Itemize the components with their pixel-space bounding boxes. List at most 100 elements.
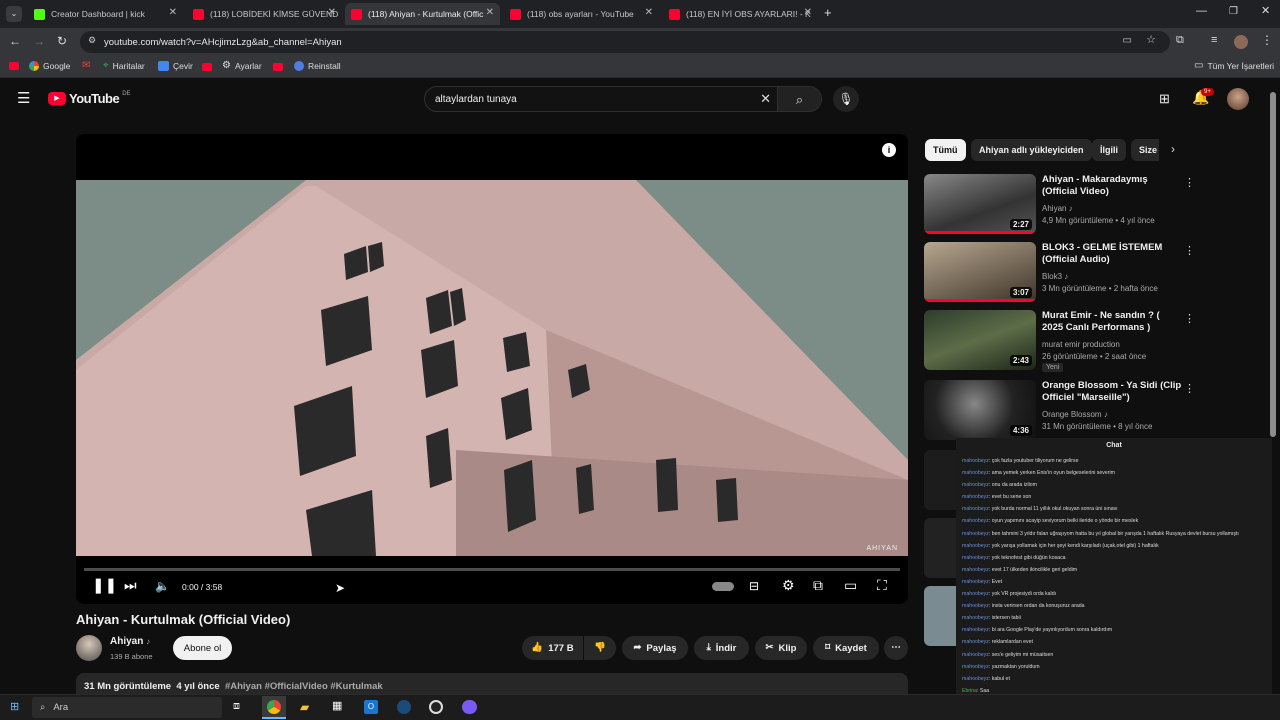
like-button[interactable]: 👍 177 B: [522, 636, 583, 660]
pause-icon[interactable]: ❚❚: [92, 578, 117, 593]
dislike-button[interactable]: 👎: [584, 636, 616, 660]
close-icon[interactable]: ✕: [645, 7, 653, 18]
discord-icon[interactable]: [462, 700, 477, 714]
chip-for-you[interactable]: Size: [1131, 139, 1159, 161]
bookmark-label: Google: [43, 61, 71, 71]
save-button[interactable]: ⌑ Kaydet: [813, 636, 879, 660]
subscribe-label: Abone ol: [183, 642, 222, 654]
reload-icon[interactable]: ↻: [57, 35, 67, 47]
video-player[interactable]: i AHIYAN ❚❚ ⏭ 🔈 0:00 / 3:58 ⊟ ⚙ ⧉ ▭ ⛶: [76, 134, 908, 604]
bookmark-star-icon[interactable]: ☆: [1146, 35, 1156, 46]
close-icon[interactable]: ✕: [804, 7, 812, 18]
outlook-icon[interactable]: O: [364, 700, 378, 714]
hashtags[interactable]: #Ahiyan #OfficialVideo #Kurtulmak: [225, 681, 383, 692]
share-button[interactable]: ➦ Paylaş: [622, 636, 688, 660]
bookmark-reinstall[interactable]: Reinstall: [294, 61, 341, 71]
file-explorer-icon[interactable]: ▰: [300, 701, 309, 713]
browser-tab-ahiyan[interactable]: (118) Ahiyan - Kurtulmak (Offic ✕: [345, 3, 500, 25]
clip-button[interactable]: ✂ Klip: [755, 636, 807, 660]
browser-tab-obs-ayarlari[interactable]: (118) obs ayarları - YouTube ✕: [504, 3, 659, 25]
extensions-icon[interactable]: ⧉: [1176, 35, 1184, 46]
theater-mode-icon[interactable]: ▭: [844, 578, 857, 592]
subscribe-button[interactable]: Abone ol: [173, 636, 232, 660]
youtube-logo[interactable]: ▶ YouTube DE: [48, 91, 131, 106]
info-icon[interactable]: i: [882, 143, 896, 157]
youtube-bookmark-icon[interactable]: [202, 63, 212, 71]
create-video-icon[interactable]: ⊞: [1159, 92, 1170, 105]
bookmark-haritalar[interactable]: ⌖ Haritalar: [103, 61, 145, 72]
profile-avatar-icon[interactable]: [1234, 35, 1248, 49]
chip-from-uploader[interactable]: Ahiyan adlı yükleyiciden: [971, 139, 1092, 161]
forward-arrow-icon[interactable]: →: [33, 35, 45, 47]
clear-search-icon[interactable]: ✕: [760, 92, 771, 105]
autoplay-toggle[interactable]: [712, 582, 734, 591]
steam-icon[interactable]: [397, 700, 411, 714]
search-button[interactable]: ⌕: [777, 87, 821, 111]
more-vertical-icon[interactable]: ⋮: [1184, 244, 1195, 257]
voice-search-mic-icon[interactable]: 🎙: [833, 86, 859, 112]
fullscreen-icon[interactable]: ⛶: [877, 578, 887, 592]
youtube-bookmark-icon[interactable]: [273, 63, 283, 71]
taskbar-search[interactable]: ⌕ Ara: [32, 697, 222, 718]
bookmark-ayarlar[interactable]: ⚙ Ayarlar: [222, 61, 262, 72]
youtube-play-logo-icon: ▶: [48, 92, 66, 105]
recommendation-item[interactable]: 2:27 Ahiyan - Makaradaymış (Official Vid…: [924, 174, 1195, 236]
bookmark-cevir[interactable]: Çevir: [158, 61, 193, 71]
task-view-icon[interactable]: ⧈: [233, 701, 240, 712]
chat-username: mahoobeyz: [962, 651, 989, 658]
tab-list-chevron-icon[interactable]: ⌄: [6, 6, 22, 22]
hamburger-menu-icon[interactable]: ☰: [17, 91, 30, 106]
browser-tab-lobideki[interactable]: (118) LOBİDEKİ KİMSE GÜVEND ✕: [187, 3, 342, 25]
video-thumbnail: 4:36: [924, 380, 1036, 440]
page-scrollbar[interactable]: [1270, 92, 1276, 437]
url-field[interactable]: ⚙ youtube.com/watch?v=AHcjimzLzg&ab_chan…: [80, 31, 1170, 53]
chrome-icon[interactable]: [262, 696, 286, 719]
search-input[interactable]: altaylardan tunaya ✕ ⌕: [424, 86, 822, 112]
browser-tab-en-iyi-obs[interactable]: (118) EN İYİ OBS AYARLARI! - K ✕: [663, 3, 818, 25]
channel-name[interactable]: Ahiyan ♪: [110, 636, 150, 647]
next-video-icon[interactable]: ⏭: [124, 578, 137, 592]
new-tab-plus-icon[interactable]: +: [824, 6, 832, 19]
download-button[interactable]: ⤓ İndir: [694, 636, 749, 660]
reading-list-icon[interactable]: ≡: [1211, 35, 1217, 46]
store-icon[interactable]: ▦: [332, 701, 342, 712]
youtube-bookmark-icon[interactable]: [9, 62, 19, 70]
subtitles-icon[interactable]: ⊟: [749, 580, 759, 592]
site-info-icon[interactable]: ⚙: [88, 36, 96, 45]
more-actions-button[interactable]: ⋯: [884, 636, 908, 660]
more-vertical-icon[interactable]: ⋮: [1184, 312, 1195, 325]
settings-gear-icon[interactable]: ⚙: [782, 578, 795, 592]
windows-start-icon[interactable]: ⊞: [10, 702, 19, 713]
minimize-icon[interactable]: —: [1196, 6, 1207, 17]
url-text: youtube.com/watch?v=AHcjimzLzg&ab_channe…: [104, 36, 342, 48]
browser-tab-kick[interactable]: Creator Dashboard | kick ✕: [28, 3, 183, 25]
obs-icon[interactable]: [429, 700, 443, 714]
window-close-icon[interactable]: ✕: [1261, 6, 1270, 17]
recommendation-item[interactable]: 4:36 Orange Blossom - Ya Sidi (Clip Offi…: [924, 380, 1195, 442]
gmail-icon[interactable]: ✉: [82, 61, 90, 71]
back-arrow-icon[interactable]: ←: [9, 35, 21, 47]
recommendation-item[interactable]: 3:07 BLOK3 - GELME İSTEMEM (Official Aud…: [924, 242, 1195, 304]
user-avatar[interactable]: [1227, 88, 1249, 110]
recommendation-item[interactable]: 2:43 Murat Emir - Ne sandın ? ( 2025 Can…: [924, 310, 1195, 372]
miniplayer-icon[interactable]: ⧉: [813, 578, 823, 592]
chevron-right-icon[interactable]: ›: [1171, 143, 1175, 155]
cast-icon[interactable]: ▭: [1123, 36, 1132, 46]
more-vertical-icon[interactable]: ⋮: [1184, 176, 1195, 189]
all-bookmarks-folder[interactable]: ▭ Tüm Yer İşaretleri: [1194, 61, 1274, 72]
channel-avatar[interactable]: [76, 635, 102, 661]
restore-icon[interactable]: ❐: [1229, 7, 1238, 17]
chat-text: ama yemek yerken Enis'in oyun belgeseler…: [991, 470, 1115, 477]
volume-icon[interactable]: 🔈: [155, 580, 170, 592]
browser-menu-icon[interactable]: ⋮: [1261, 34, 1273, 46]
chat-message: mahoobeyz: insta verirsen ordan da konuş…: [962, 603, 1085, 610]
close-icon[interactable]: ✕: [169, 7, 177, 18]
close-icon[interactable]: ✕: [328, 7, 336, 18]
close-icon[interactable]: ✕: [486, 7, 494, 18]
chat-overlay: Chat mahoobeyz: çok fazla youtuber tiliy…: [956, 438, 1272, 720]
bookmark-google[interactable]: Google: [29, 61, 70, 71]
chip-all[interactable]: Tümü: [925, 139, 966, 161]
more-vertical-icon[interactable]: ⋮: [1184, 382, 1195, 395]
chip-related[interactable]: İlgili: [1092, 139, 1126, 161]
progress-bar[interactable]: [84, 568, 900, 571]
